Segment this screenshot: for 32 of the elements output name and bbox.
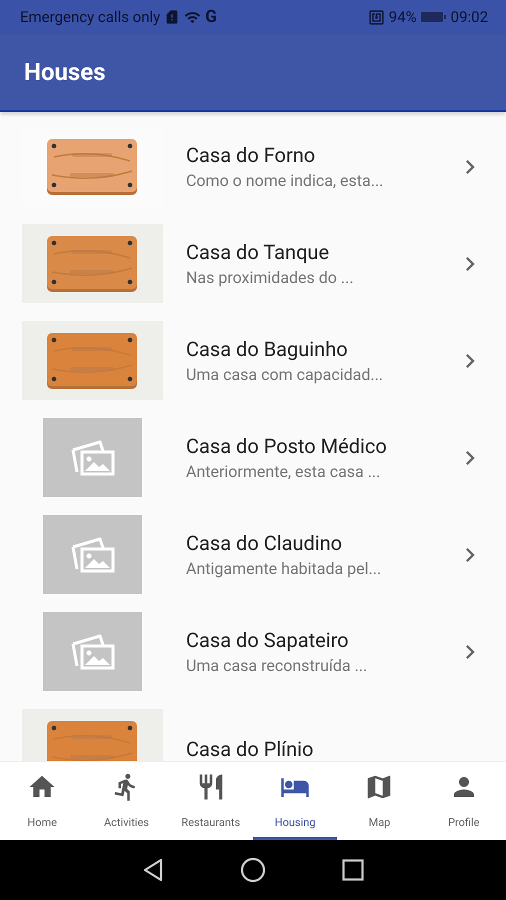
sim-alert-icon bbox=[164, 9, 180, 25]
clock-text: 09:02 bbox=[450, 8, 488, 26]
nfc-icon bbox=[368, 8, 385, 26]
carrier-text: Emergency calls only bbox=[20, 8, 160, 26]
home-circle-icon[interactable] bbox=[240, 857, 266, 883]
house-title[interactable]: Casa do Forno bbox=[186, 143, 456, 167]
house-title[interactable]: Casa do Plínio bbox=[186, 736, 484, 760]
image-placeholder-icon bbox=[70, 536, 116, 574]
battery-icon bbox=[420, 11, 447, 23]
house-description: Como o nome indica, esta... bbox=[186, 171, 384, 190]
house-title[interactable]: Casa do Claudino bbox=[186, 531, 456, 555]
house-description: Uma casa reconstruída ... bbox=[186, 656, 368, 675]
nav-tab[interactable]: Home bbox=[0, 762, 84, 840]
recents-icon[interactable] bbox=[342, 859, 364, 881]
back-icon[interactable] bbox=[142, 858, 164, 882]
battery-text: 94% bbox=[388, 8, 417, 26]
house-title[interactable]: Casa do Sapateiro bbox=[186, 628, 456, 652]
nav-tab[interactable]: Profile bbox=[422, 762, 506, 840]
house-title[interactable]: Casa do Baguinho bbox=[186, 337, 456, 361]
house-description: Uma casa com capacidad... bbox=[186, 365, 384, 384]
house-description: Antigamente habitada pel... bbox=[186, 559, 382, 578]
nav-tab[interactable]: Restaurants bbox=[168, 762, 253, 840]
network-text: G bbox=[205, 7, 217, 27]
house-description: Anteriormente, esta casa ... bbox=[186, 462, 382, 481]
image-placeholder-icon bbox=[70, 632, 116, 670]
nav-tab[interactable]: Map bbox=[337, 762, 422, 840]
nav-tab[interactable]: Activities bbox=[84, 762, 169, 840]
page-title: Houses bbox=[24, 58, 106, 86]
house-description: Nas proximidades do ... bbox=[186, 268, 355, 287]
house-title[interactable]: Casa do Posto Médico bbox=[186, 434, 456, 458]
house-title[interactable]: Casa do Tanque bbox=[186, 240, 456, 264]
image-placeholder-icon bbox=[70, 438, 116, 476]
